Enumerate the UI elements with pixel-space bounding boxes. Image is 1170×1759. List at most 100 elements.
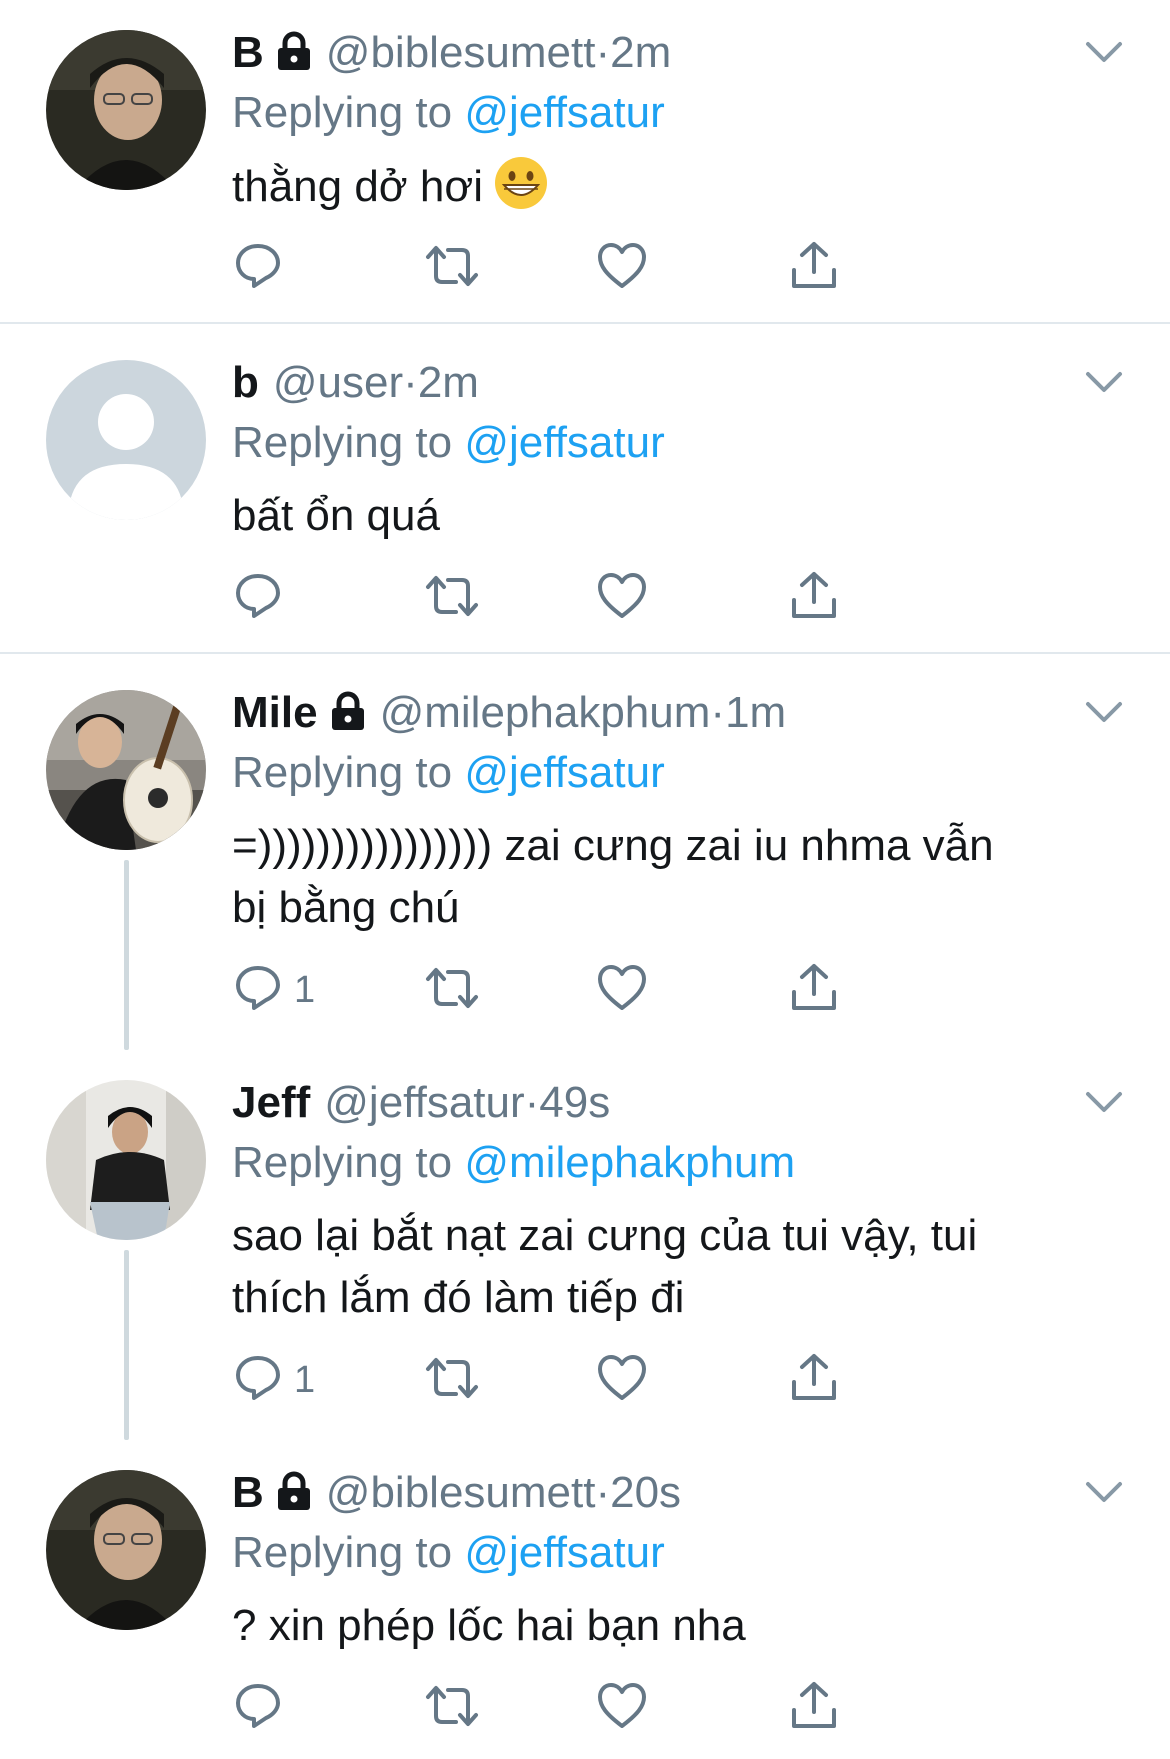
reply-count: 1 <box>294 1359 316 1401</box>
timestamp[interactable]: 2m <box>418 358 479 407</box>
retweet-icon <box>426 1686 478 1726</box>
tweet-text: ? xin phép lốc hai bạn nha <box>232 1601 746 1650</box>
handle[interactable]: @biblesumett <box>326 28 596 77</box>
tweet-text-line: sao lại bắt nạt zai cưng của tui vậy, tu… <box>232 1211 978 1260</box>
tweet-text-line: thích lắm đó làm tiếp đi <box>232 1273 685 1322</box>
grinning-face-emoji <box>493 155 549 228</box>
avatar[interactable] <box>46 690 206 850</box>
replying-prefix: Replying to <box>232 88 465 137</box>
chevron-down-icon[interactable] <box>1084 698 1124 726</box>
retweet-button[interactable] <box>424 570 480 626</box>
avatar[interactable] <box>46 1080 206 1240</box>
reply-icon <box>236 1684 280 1728</box>
tweet[interactable]: Jeff @jeffsatur·49s Replying to @milephak… <box>0 1050 1170 1440</box>
reply-icon <box>236 574 280 618</box>
thread-connector <box>124 860 129 1050</box>
chevron-down-icon[interactable] <box>1084 368 1124 396</box>
share-button[interactable] <box>788 240 840 296</box>
avatar-photo <box>46 1080 206 1240</box>
tweet-actions: 1 <box>232 962 952 1018</box>
retweet-icon <box>426 1358 478 1398</box>
like-button[interactable] <box>596 240 648 296</box>
timestamp[interactable]: 1m <box>725 688 786 737</box>
heart-icon <box>598 573 646 618</box>
retweet-button[interactable] <box>424 962 480 1018</box>
share-button[interactable] <box>788 570 840 626</box>
replying-prefix: Replying to <box>232 748 465 797</box>
replying-mention-link[interactable]: @jeffsatur <box>464 748 664 797</box>
tweet-text: =)))))))))))))))) zai cưng zai iu nhma v… <box>232 815 1112 939</box>
replying-mention-link[interactable]: @jeffsatur <box>464 88 664 137</box>
like-button[interactable] <box>596 962 648 1018</box>
share-icon <box>792 572 836 618</box>
retweet-icon <box>426 968 478 1008</box>
retweet-icon <box>426 576 478 616</box>
tweet-actions <box>232 570 952 626</box>
share-button[interactable] <box>788 962 840 1018</box>
replying-mention-link[interactable]: @milephakphum <box>464 1138 795 1187</box>
display-name[interactable]: B <box>232 28 264 77</box>
like-button[interactable] <box>596 570 648 626</box>
reply-button[interactable] <box>232 570 294 626</box>
chevron-down-icon[interactable] <box>1084 1088 1124 1116</box>
tweet[interactable]: B @biblesumett·2m Replying to @jeffsatur … <box>0 0 1170 320</box>
tweet-text-content: thằng dở hơi <box>232 162 483 211</box>
replying-prefix: Replying to <box>232 1138 465 1187</box>
timestamp[interactable]: 20s <box>610 1468 681 1517</box>
reply-button[interactable]: 1 <box>232 1352 315 1408</box>
avatar[interactable] <box>46 30 206 190</box>
tweet[interactable]: Mile @milephakphum·1m Replying to @jeffsa… <box>0 660 1170 1050</box>
avatar[interactable] <box>46 360 206 520</box>
reply-button[interactable]: 1 <box>232 962 315 1018</box>
replying-mention-link[interactable]: @jeffsatur <box>464 1528 664 1577</box>
share-button[interactable] <box>788 1352 840 1408</box>
retweet-button[interactable] <box>424 1352 480 1408</box>
timestamp[interactable]: 2m <box>610 28 671 77</box>
display-name[interactable]: B <box>232 1468 264 1517</box>
heart-icon <box>598 965 646 1010</box>
retweet-button[interactable] <box>424 1680 480 1736</box>
reply-icon <box>236 966 280 1010</box>
tweet-actions: 1 <box>232 1352 952 1408</box>
timestamp[interactable]: 49s <box>539 1078 610 1127</box>
like-button[interactable] <box>596 1352 648 1408</box>
avatar-photo <box>46 690 206 850</box>
replying-mention-link[interactable]: @jeffsatur <box>464 418 664 467</box>
tweet-actions <box>232 240 952 296</box>
share-icon <box>792 1354 836 1400</box>
share-button[interactable] <box>788 1680 840 1736</box>
tweet[interactable]: B @biblesumett·20s Replying to @jeffsatur… <box>0 1440 1170 1759</box>
retweet-icon <box>426 246 478 286</box>
replying-prefix: Replying to <box>232 418 465 467</box>
tweet-header: B @biblesumett·2m <box>232 22 671 84</box>
like-button[interactable] <box>596 1680 648 1736</box>
retweet-button[interactable] <box>424 240 480 296</box>
reply-button[interactable] <box>232 240 294 296</box>
lock-icon <box>276 26 312 88</box>
lock-icon <box>330 686 366 748</box>
chevron-down-icon[interactable] <box>1084 38 1124 66</box>
handle[interactable]: @user <box>273 358 403 407</box>
thread-connector <box>124 1250 129 1440</box>
replying-to: Replying to @milephakphum <box>232 1132 795 1194</box>
display-name[interactable]: b <box>232 358 259 407</box>
tweet-text-line: =)))))))))))))))) zai cưng zai iu nhma v… <box>232 821 994 870</box>
handle[interactable]: @biblesumett <box>326 1468 596 1517</box>
replying-prefix: Replying to <box>232 1528 465 1577</box>
avatar-photo <box>46 30 206 190</box>
tweet[interactable]: b @user·2m Replying to @jeffsatur bất ổn … <box>0 330 1170 650</box>
reply-icon <box>236 1356 280 1400</box>
handle[interactable]: @milephakphum <box>380 688 711 737</box>
display-name[interactable]: Mile <box>232 688 318 737</box>
display-name[interactable]: Jeff <box>232 1078 310 1127</box>
reply-button[interactable] <box>232 1680 294 1736</box>
chevron-down-icon[interactable] <box>1084 1478 1124 1506</box>
default-avatar-icon <box>46 360 206 520</box>
avatar[interactable] <box>46 1470 206 1630</box>
reply-count: 1 <box>294 969 316 1011</box>
tweet-text: bất ổn quá <box>232 491 440 540</box>
lock-icon <box>276 1466 312 1528</box>
handle[interactable]: @jeffsatur <box>324 1078 524 1127</box>
tweet-header: Mile @milephakphum·1m <box>232 682 786 744</box>
tweet-divider <box>0 652 1170 654</box>
